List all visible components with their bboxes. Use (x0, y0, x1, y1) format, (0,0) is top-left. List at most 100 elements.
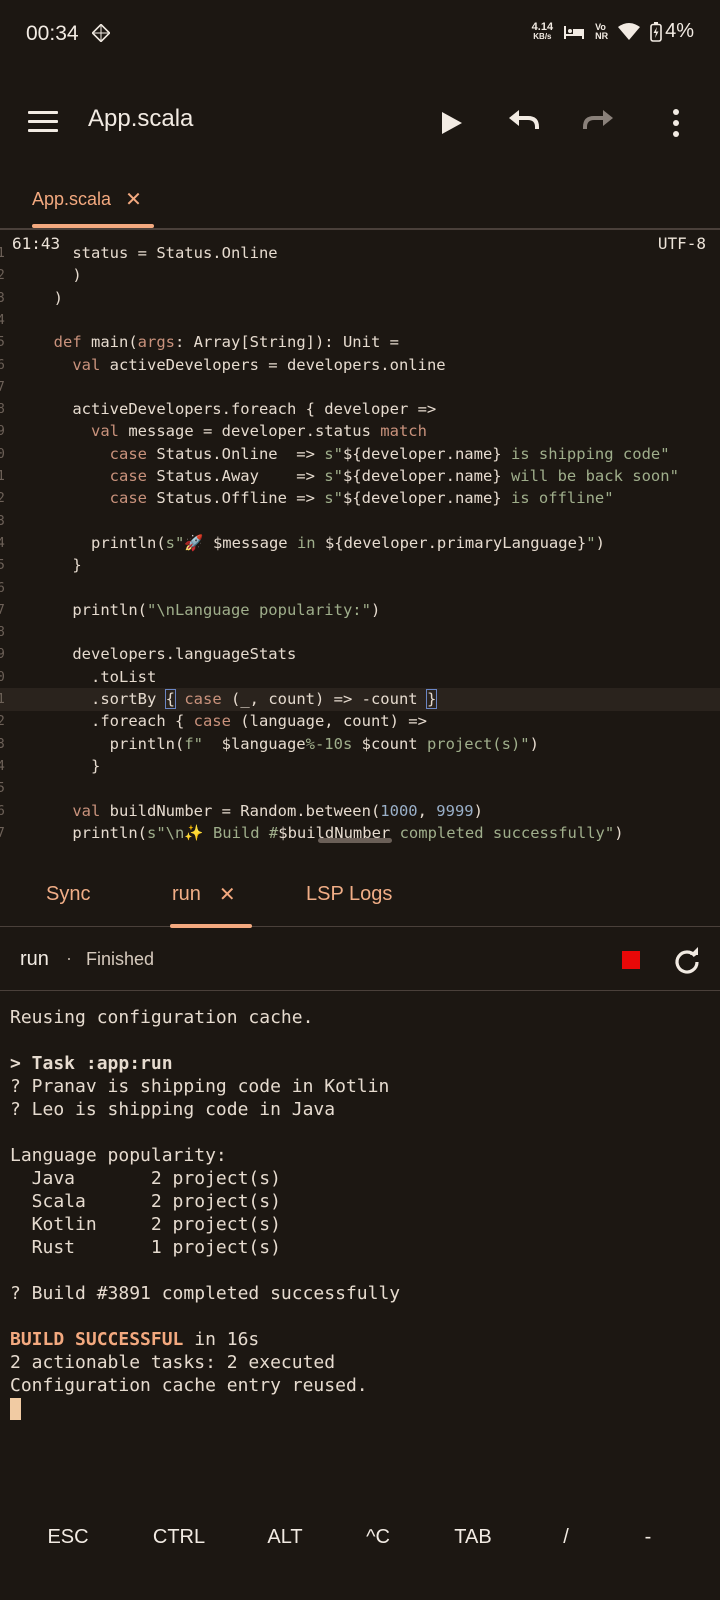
terminal-output[interactable]: Reusing configuration cache. > Task :app:… (10, 1006, 710, 1420)
line-number: 5 (0, 781, 5, 797)
tab-sync[interactable]: Sync (46, 862, 90, 926)
code-line[interactable]: 1 status = Status.Online (0, 242, 720, 265)
code-text: ) (35, 266, 82, 285)
key-ctrl-c[interactable]: ^C (366, 1526, 390, 1549)
code-line[interactable]: 6 val buildNumber = Random.between(1000,… (0, 800, 720, 823)
code-line[interactable]: 6 (0, 577, 720, 600)
code-line[interactable]: 7 println("\nLanguage popularity:") (0, 599, 720, 622)
code-editor[interactable]: 61:43 UTF-8 1 status = Status.Online 2 ) 3… (0, 230, 720, 844)
terminal-cursor-line[interactable] (10, 1397, 710, 1420)
refresh-icon[interactable] (672, 946, 702, 976)
bed-icon (564, 25, 585, 39)
line-number: 6 (0, 803, 5, 819)
line-number: 7 (0, 825, 5, 841)
line-number: 3 (0, 513, 5, 529)
code-line[interactable]: 5 (0, 777, 720, 800)
code-line[interactable]: 6 val activeDevelopers = developers.onli… (0, 354, 720, 377)
code-line[interactable]: 9 developers.languageStats (0, 643, 720, 666)
terminal-line: ? Build #3891 completed successfully (10, 1283, 401, 1304)
code-line[interactable]: 1 .sortBy { case (_, count) => -count } (0, 688, 720, 711)
code-line[interactable]: 5 def main(args: Array[String]): Unit = (0, 331, 720, 354)
code-text: activeDevelopers.foreach { developer => (35, 400, 437, 419)
key-ctrl[interactable]: CTRL (153, 1526, 205, 1549)
tab-label: App.scala (32, 188, 112, 209)
tab-lsp-logs[interactable]: LSP Logs (306, 862, 392, 926)
code-line[interactable]: 8 (0, 621, 720, 644)
battery-icon (650, 21, 662, 42)
code-line[interactable]: 4 } (0, 755, 720, 778)
extra-keys-row: ESC CTRL ALT ^C TAB / - (0, 1512, 720, 1568)
line-number: 5 (0, 335, 5, 351)
terminal-line: > Task :app:run (10, 1053, 173, 1074)
line-number: 2 (0, 491, 5, 507)
key-slash[interactable]: / (563, 1526, 569, 1549)
code-text: println("\nLanguage popularity:") (35, 600, 381, 619)
key-tab[interactable]: TAB (454, 1526, 491, 1549)
line-number: 0 (0, 669, 5, 685)
code-text: case Status.Away => s"${developer.name} … (109, 467, 679, 485)
panel-drag-handle[interactable] (318, 838, 392, 843)
code-line[interactable]: 3 (0, 510, 720, 533)
wifi-icon (618, 22, 641, 40)
line-number: 4 (0, 758, 5, 774)
code-line[interactable]: 5 } (0, 554, 720, 577)
key-esc[interactable]: ESC (47, 1526, 88, 1549)
code-text: val buildNumber = Random.between(1000, 9… (72, 801, 483, 820)
page-title: App.scala (88, 105, 194, 132)
file-tabs: App.scala ✕ (0, 170, 720, 230)
code-line[interactable]: 4 println(s"🚀 $message in ${developer.pr… (0, 532, 720, 555)
key-alt[interactable]: ALT (267, 1526, 302, 1549)
line-number: 0 (0, 446, 5, 462)
code-line[interactable]: 9 val message = developer.status match (0, 420, 720, 443)
code-text: ) (35, 288, 63, 307)
code-text: } (35, 756, 101, 775)
code-line[interactable]: 3 println(f" $language%-10s $count proje… (0, 733, 720, 756)
line-number: 3 (0, 736, 5, 752)
code-text: status = Status.Online (35, 244, 278, 262)
code-line[interactable]: 4 (0, 309, 720, 332)
tab-app-scala[interactable]: App.scala ✕ (20, 170, 154, 228)
line-number: 3 (0, 290, 5, 306)
line-number: 5 (0, 558, 5, 574)
line-number: 1 (0, 692, 5, 707)
line-number: 1 (0, 246, 5, 261)
code-line[interactable]: 8 activeDevelopers.foreach { developer =… (0, 398, 720, 421)
code-line[interactable]: 0 .toList (0, 666, 720, 689)
tab-run[interactable]: run ✕ (170, 862, 252, 928)
code-line[interactable]: 0 case Status.Online => s"${developer.na… (0, 443, 720, 466)
menu-icon[interactable] (28, 111, 58, 133)
terminal-line: ? Leo is shipping code in Java (10, 1099, 336, 1120)
code-text: println(f" $language%-10s $count project… (35, 734, 539, 753)
line-number: 7 (0, 602, 5, 618)
network-type: Vo NR (595, 21, 609, 41)
play-icon[interactable] (434, 105, 470, 141)
code-line[interactable]: 2 case Status.Offline => s"${developer.n… (0, 487, 720, 510)
code-line[interactable]: 3 ) (0, 287, 720, 310)
close-icon[interactable]: ✕ (125, 187, 142, 212)
run-status: Finished (86, 949, 155, 969)
code-text: case Status.Online => s"${developer.name… (109, 444, 670, 463)
code-text: val activeDevelopers = developers.online (72, 355, 446, 374)
code-line[interactable]: 7 (0, 376, 720, 399)
code-line[interactable]: 2 .foreach { case (language, count) => (0, 710, 720, 733)
line-number: 7 (0, 379, 5, 395)
code-text: developers.languageStats (35, 645, 297, 664)
undo-icon[interactable] (506, 105, 542, 141)
close-icon[interactable]: ✕ (219, 882, 236, 907)
network-speed: 4.14 KB/s (531, 20, 554, 41)
terminal-line: Reusing configuration cache. (10, 1007, 314, 1028)
key-dash[interactable]: - (645, 1526, 652, 1549)
code-line[interactable]: 2 ) (0, 264, 720, 287)
line-number: 9 (0, 424, 5, 440)
redo-icon[interactable] (580, 105, 616, 141)
stop-button[interactable] (622, 951, 640, 969)
separator: · (66, 948, 72, 968)
code-text: def main(args: Array[String]): Unit = (53, 333, 399, 352)
code-line[interactable]: 1 case Status.Away => s"${developer.name… (0, 465, 720, 488)
more-vert-icon[interactable] (658, 105, 694, 141)
line-number: 8 (0, 625, 5, 641)
